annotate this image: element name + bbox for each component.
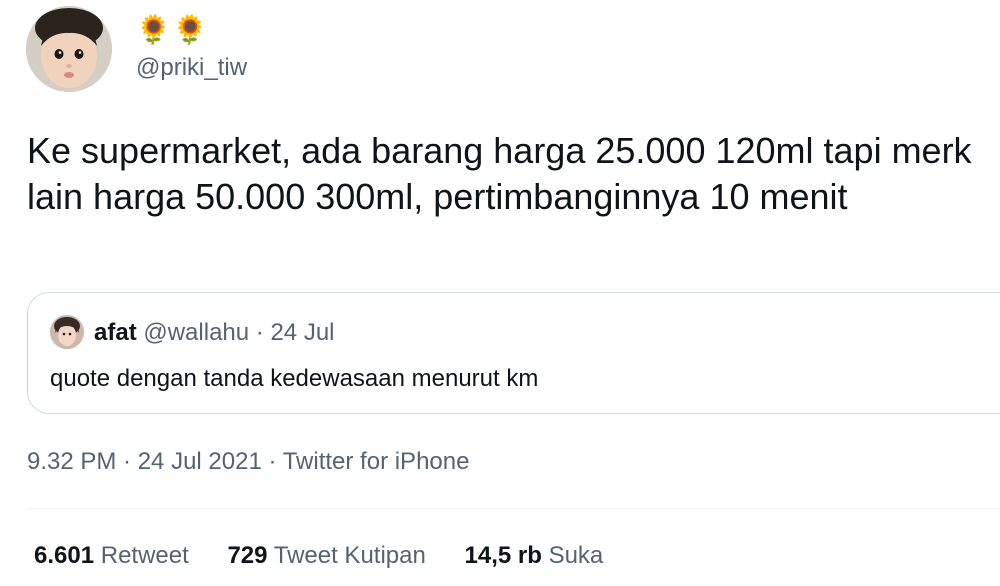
stat-quote-tweets[interactable]: 729 Tweet Kutipan [227, 542, 432, 569]
retweet-count: 6.601 [34, 542, 95, 569]
baby-face-avatar-icon [26, 6, 112, 92]
quoted-separator: · [255, 319, 264, 346]
author-display-name[interactable]: 🌻🌻 [136, 12, 210, 48]
quoted-author-name[interactable]: afat [94, 319, 137, 346]
quoted-tweet-text: quote dengan tanda kedewasaan menurut km [50, 365, 539, 392]
author-avatar[interactable] [26, 6, 112, 92]
quoted-date[interactable]: 24 Jul [270, 319, 334, 346]
quoted-tweet-card[interactable]: afat @wallahu · 24 Jul quote dengan tand… [27, 292, 1000, 414]
quoted-author-avatar [50, 315, 84, 349]
quote-tweet-label: Tweet Kutipan [273, 542, 426, 569]
user-avatar-icon [50, 315, 84, 349]
quote-tweet-count: 729 [227, 542, 268, 569]
author-handle[interactable]: @priki_tiw [136, 52, 247, 84]
divider [27, 508, 1000, 509]
like-count: 14,5 rb [464, 542, 542, 569]
stat-likes[interactable]: 14,5 rb Suka [465, 542, 604, 569]
retweet-label: Retweet [100, 542, 189, 569]
stat-retweets[interactable]: 6.601 Retweet [34, 542, 195, 569]
quoted-author-handle[interactable]: @wallahu [143, 319, 249, 346]
quoted-tweet-header: afat @wallahu · 24 Jul [94, 317, 335, 349]
tweet-text: Ke supermarket, ada barang harga 25.000 … [27, 130, 972, 217]
like-label: Suka [548, 542, 604, 569]
engagement-stats: 6.601 Retweet 729 Tweet Kutipan 14,5 rb … [34, 540, 635, 572]
tweet-timestamp-source[interactable]: 9.32 PM · 24 Jul 2021 · Twitter for iPho… [27, 446, 469, 478]
